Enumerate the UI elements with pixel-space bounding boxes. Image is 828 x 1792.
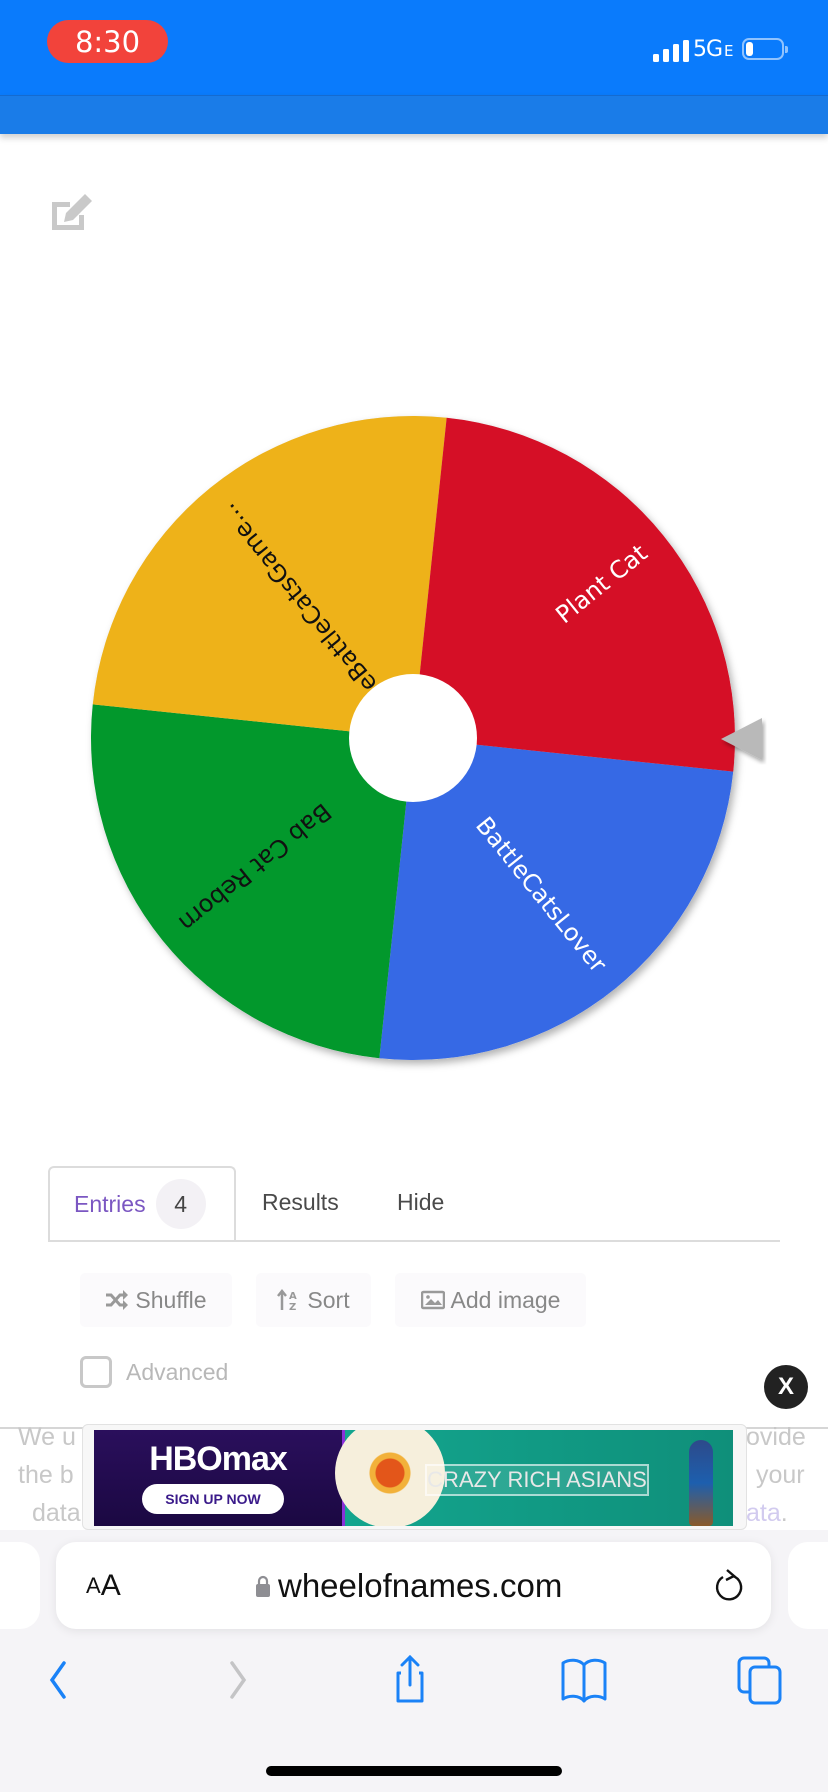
status-bar: 8:30 5G E <box>0 0 828 95</box>
shuffle-button[interactable]: Shuffle <box>80 1273 232 1327</box>
entries-count-badge: 4 <box>155 1179 206 1229</box>
text-size-button[interactable]: AA <box>86 1542 121 1629</box>
cellular-signal-icon <box>653 40 689 62</box>
advanced-checkbox[interactable]: Advanced <box>80 1356 229 1388</box>
ad-peacock-image <box>689 1440 713 1526</box>
shuffle-label: Shuffle <box>135 1286 207 1313</box>
image-icon <box>420 1290 445 1310</box>
sort-label: Sort <box>307 1286 350 1313</box>
close-ad-button[interactable]: X <box>764 1365 808 1409</box>
sort-button[interactable]: A Z Sort <box>256 1273 371 1327</box>
advanced-label: Advanced <box>126 1358 229 1385</box>
ad-banner[interactable]: HBOmax SIGN UP NOW CRAZY RICH ASIANS <box>94 1430 733 1526</box>
ad-brand-logo: HBOmax <box>149 1440 288 1478</box>
consent-line3-start: data <box>32 1499 81 1527</box>
shuffle-icon <box>106 1290 129 1310</box>
url-display[interactable]: wheelofnames.com <box>256 1542 562 1629</box>
checkbox-icon[interactable] <box>80 1356 112 1388</box>
battery-level <box>746 42 753 56</box>
edit-icon[interactable] <box>48 192 94 234</box>
add-image-button[interactable]: Add image <box>395 1273 586 1327</box>
consent-line2-end: your <box>756 1461 805 1489</box>
tabs-icon[interactable] <box>736 1655 786 1705</box>
lock-icon <box>256 1575 270 1597</box>
consent-line2-start: the b <box>18 1461 74 1489</box>
url-text: wheelofnames.com <box>278 1566 563 1604</box>
consent-line3-end: . <box>780 1499 788 1527</box>
ad-brand-panel: HBOmax SIGN UP NOW <box>94 1430 345 1526</box>
forward-icon[interactable] <box>212 1655 262 1705</box>
bookmarks-icon[interactable] <box>559 1655 609 1705</box>
text-size-large: A <box>100 1568 121 1602</box>
network-indicator: 5G E <box>693 37 734 62</box>
tab-entries[interactable]: Entries 4 <box>48 1166 236 1240</box>
previous-tab-peek[interactable] <box>0 1542 40 1629</box>
tab-hide[interactable]: Hide <box>397 1166 444 1238</box>
entries-tabs: Entries 4 Results Hide <box>48 1166 780 1242</box>
wheel-hub[interactable] <box>349 674 477 802</box>
wheel[interactable]: BattleCatsLoverBab Cat RebornTheBattleCa… <box>60 385 820 1095</box>
svg-text:A: A <box>289 1291 297 1302</box>
ad-signup-button[interactable]: SIGN UP NOW <box>142 1484 284 1514</box>
back-icon[interactable] <box>34 1655 84 1705</box>
tab-entries-label: Entries <box>74 1190 146 1217</box>
address-bar[interactable]: AA wheelofnames.com <box>56 1542 771 1629</box>
tab-results[interactable]: Results <box>262 1166 339 1238</box>
add-image-label: Add image <box>450 1286 561 1313</box>
share-icon[interactable] <box>385 1655 435 1705</box>
status-time: 8:30 <box>47 20 168 63</box>
consent-line1-end: ovide <box>746 1423 806 1451</box>
svg-text:Z: Z <box>289 1302 296 1311</box>
ad-image-panel: CRAZY RICH ASIANS <box>335 1430 733 1526</box>
home-indicator <box>266 1766 562 1776</box>
network-type: 5G <box>693 37 723 62</box>
app-title: wheelofnames.com <box>30 96 375 103</box>
ad-movie-title: CRAZY RICH ASIANS <box>425 1464 649 1496</box>
battery-icon <box>742 38 788 60</box>
network-suffix: E <box>724 42 734 60</box>
consent-line1-start: We u <box>18 1423 76 1451</box>
sort-alpha-icon: A Z <box>277 1289 297 1311</box>
app-header: wheelofnames.com <box>0 95 828 134</box>
text-size-small: A <box>86 1572 101 1598</box>
reload-icon[interactable] <box>713 1568 745 1604</box>
next-tab-peek[interactable] <box>788 1542 828 1629</box>
privacy-data-link[interactable]: ata <box>746 1499 781 1527</box>
